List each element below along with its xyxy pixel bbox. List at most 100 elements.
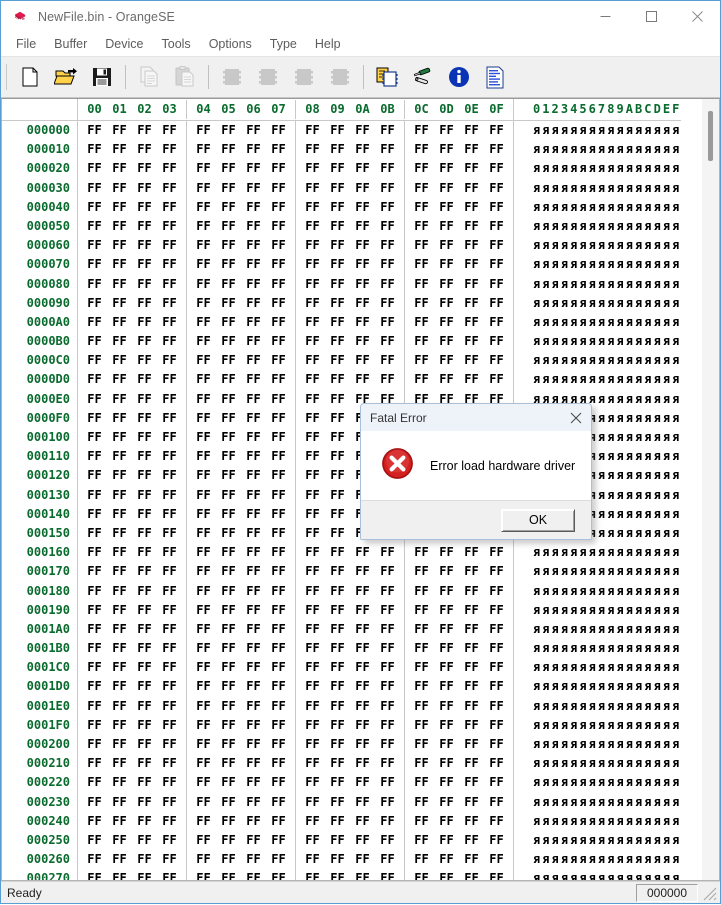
hex-byte-cell[interactable]: FF bbox=[325, 313, 350, 332]
hex-row[interactable]: 000010 FF FF FF FF FF FF FF FF FF FF FF FF FF FF FF FF яя… bbox=[2, 140, 681, 160]
ascii-cell[interactable]: яяяяяяяяяяяяяяяя bbox=[514, 294, 681, 313]
hex-byte-cell[interactable]: FF bbox=[266, 159, 291, 178]
hex-byte-cell[interactable]: FF bbox=[191, 677, 216, 696]
hex-byte-cell[interactable]: FF bbox=[409, 179, 434, 198]
hex-byte-cell[interactable]: FF bbox=[216, 390, 241, 409]
hex-byte-cell[interactable]: FF bbox=[132, 831, 157, 850]
hex-byte-cell[interactable]: FF bbox=[325, 812, 350, 831]
hex-byte-cell[interactable]: FF bbox=[300, 658, 325, 677]
hex-byte-cell[interactable]: FF bbox=[191, 486, 216, 505]
hex-byte-cell[interactable]: FF bbox=[484, 620, 509, 639]
hex-byte-cell[interactable]: FF bbox=[409, 639, 434, 658]
hex-byte-cell[interactable]: FF bbox=[191, 543, 216, 562]
hex-byte-cell[interactable]: FF bbox=[241, 620, 266, 639]
hex-byte-cell[interactable]: FF bbox=[132, 562, 157, 581]
hex-byte-cell[interactable]: FF bbox=[82, 409, 107, 428]
hex-byte-cell[interactable]: FF bbox=[157, 370, 182, 389]
hex-byte-cell[interactable]: FF bbox=[241, 773, 266, 792]
hex-byte-cell[interactable]: FF bbox=[459, 562, 484, 581]
hex-byte-cell[interactable]: FF bbox=[434, 370, 459, 389]
ascii-cell[interactable]: яяяяяяяяяяяяяяяя bbox=[514, 697, 681, 716]
hex-byte-cell[interactable]: FF bbox=[132, 620, 157, 639]
hex-byte-cell[interactable]: FF bbox=[82, 236, 107, 255]
hex-byte-cell[interactable]: FF bbox=[241, 255, 266, 274]
hex-byte-cell[interactable]: FF bbox=[241, 370, 266, 389]
ascii-cell[interactable]: яяяяяяяяяяяяяяяя bbox=[514, 601, 681, 620]
hex-byte-cell[interactable]: FF bbox=[107, 601, 132, 620]
hex-byte-cell[interactable]: FF bbox=[266, 773, 291, 792]
hex-byte-cell[interactable]: FF bbox=[266, 505, 291, 524]
hex-byte-cell[interactable]: FF bbox=[82, 466, 107, 485]
hex-byte-cell[interactable]: FF bbox=[350, 313, 375, 332]
hex-byte-cell[interactable]: FF bbox=[132, 773, 157, 792]
hex-byte-cell[interactable]: FF bbox=[107, 697, 132, 716]
hex-byte-cell[interactable]: FF bbox=[191, 275, 216, 294]
hex-byte-cell[interactable]: FF bbox=[459, 697, 484, 716]
hex-byte-cell[interactable]: FF bbox=[132, 677, 157, 696]
hex-byte-cell[interactable]: FF bbox=[375, 159, 400, 178]
hex-byte-cell[interactable]: FF bbox=[216, 793, 241, 812]
hex-byte-cell[interactable]: FF bbox=[82, 332, 107, 351]
hex-byte-cell[interactable]: FF bbox=[132, 370, 157, 389]
ascii-cell[interactable]: яяяяяяяяяяяяяяяя bbox=[514, 275, 681, 294]
hex-byte-cell[interactable]: FF bbox=[325, 159, 350, 178]
hex-byte-cell[interactable]: FF bbox=[266, 812, 291, 831]
hex-byte-cell[interactable]: FF bbox=[375, 313, 400, 332]
hex-byte-cell[interactable]: FF bbox=[107, 447, 132, 466]
hex-byte-cell[interactable]: FF bbox=[241, 505, 266, 524]
hex-byte-cell[interactable]: FF bbox=[434, 275, 459, 294]
hex-byte-cell[interactable]: FF bbox=[434, 639, 459, 658]
hex-byte-cell[interactable]: FF bbox=[325, 409, 350, 428]
hex-byte-cell[interactable]: FF bbox=[107, 275, 132, 294]
hex-byte-cell[interactable]: FF bbox=[216, 812, 241, 831]
hex-byte-cell[interactable]: FF bbox=[157, 217, 182, 236]
hex-byte-cell[interactable]: FF bbox=[132, 658, 157, 677]
hex-byte-cell[interactable]: FF bbox=[459, 582, 484, 601]
ascii-cell[interactable]: яяяяяяяяяяяяяяяя bbox=[514, 735, 681, 754]
hex-byte-cell[interactable]: FF bbox=[350, 294, 375, 313]
hex-byte-cell[interactable]: FF bbox=[216, 658, 241, 677]
hex-byte-cell[interactable]: FF bbox=[484, 255, 509, 274]
hex-byte-cell[interactable]: FF bbox=[157, 140, 182, 159]
hex-byte-cell[interactable]: FF bbox=[300, 716, 325, 735]
hex-byte-cell[interactable]: FF bbox=[107, 773, 132, 792]
hex-row[interactable]: 000210 FF FF FF FF FF FF FF FF FF FF FF FF FF FF FF FF яя… bbox=[2, 754, 681, 774]
hex-byte-cell[interactable]: FF bbox=[132, 697, 157, 716]
hex-byte-cell[interactable]: FF bbox=[241, 793, 266, 812]
hex-byte-cell[interactable]: FF bbox=[107, 236, 132, 255]
hex-byte-cell[interactable]: FF bbox=[409, 754, 434, 773]
hex-byte-cell[interactable]: FF bbox=[459, 677, 484, 696]
hex-row[interactable]: 0001D0 FF FF FF FF FF FF FF FF FF FF FF FF FF FF FF FF яя… bbox=[2, 677, 681, 697]
hex-row[interactable]: 0001A0 FF FF FF FF FF FF FF FF FF FF FF FF FF FF FF FF яя… bbox=[2, 619, 681, 640]
hex-row[interactable]: 000180 FF FF FF FF FF FF FF FF FF FF FF FF FF FF FF FF яя… bbox=[2, 581, 681, 601]
hex-byte-cell[interactable]: FF bbox=[434, 601, 459, 620]
hex-byte-cell[interactable]: FF bbox=[325, 294, 350, 313]
hex-byte-cell[interactable]: FF bbox=[350, 351, 375, 370]
hex-byte-cell[interactable]: FF bbox=[266, 255, 291, 274]
hex-byte-cell[interactable]: FF bbox=[350, 831, 375, 850]
hex-row[interactable]: 0001F0 FF FF FF FF FF FF FF FF FF FF FF FF FF FF FF FF яя… bbox=[2, 715, 681, 736]
hex-byte-cell[interactable]: FF bbox=[300, 831, 325, 850]
hex-byte-cell[interactable]: FF bbox=[266, 140, 291, 159]
hex-byte-cell[interactable]: FF bbox=[350, 275, 375, 294]
menu-item-buffer[interactable]: Buffer bbox=[45, 34, 96, 54]
hex-byte-cell[interactable]: FF bbox=[325, 735, 350, 754]
hex-byte-cell[interactable]: FF bbox=[409, 562, 434, 581]
hex-byte-cell[interactable]: FF bbox=[459, 735, 484, 754]
hex-byte-cell[interactable]: FF bbox=[107, 582, 132, 601]
hex-byte-cell[interactable]: FF bbox=[241, 140, 266, 159]
ascii-cell[interactable]: яяяяяяяяяяяяяяяя bbox=[514, 313, 681, 332]
hex-byte-cell[interactable]: FF bbox=[241, 812, 266, 831]
hex-byte-cell[interactable]: FF bbox=[241, 121, 266, 140]
ascii-cell[interactable]: яяяяяяяяяяяяяяяя bbox=[514, 351, 681, 370]
hex-byte-cell[interactable]: FF bbox=[484, 677, 509, 696]
hex-byte-cell[interactable]: FF bbox=[132, 313, 157, 332]
hex-row[interactable]: 000060 FF FF FF FF FF FF FF FF FF FF FF FF FF FF FF FF яя… bbox=[2, 236, 681, 256]
hex-byte-cell[interactable]: FF bbox=[132, 159, 157, 178]
hex-byte-cell[interactable]: FF bbox=[459, 543, 484, 562]
hex-byte-cell[interactable]: FF bbox=[375, 677, 400, 696]
hex-byte-cell[interactable]: FF bbox=[266, 313, 291, 332]
hex-byte-cell[interactable]: FF bbox=[409, 351, 434, 370]
hex-byte-cell[interactable]: FF bbox=[325, 524, 350, 543]
hex-byte-cell[interactable]: FF bbox=[300, 236, 325, 255]
